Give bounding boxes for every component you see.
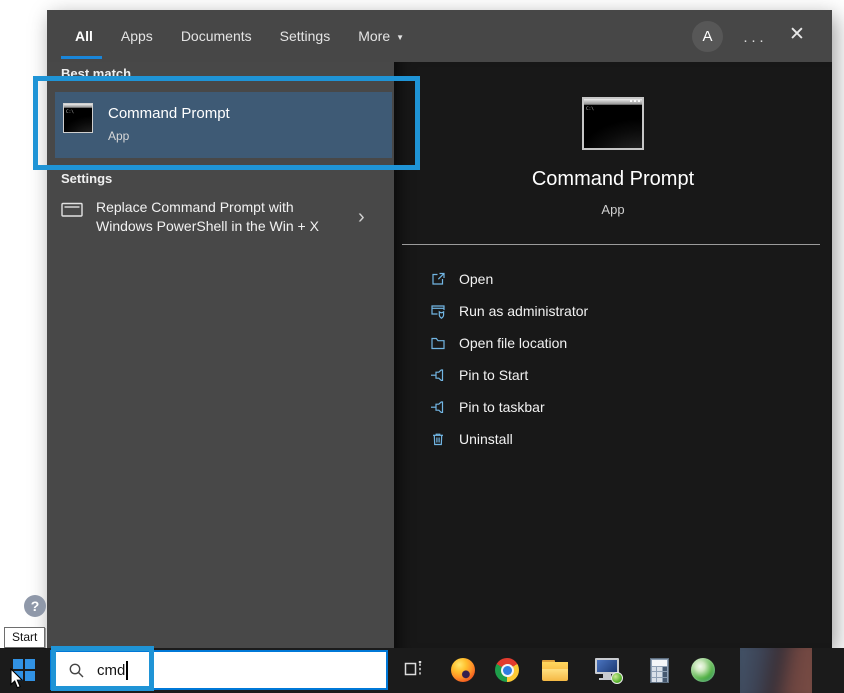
action-label: Run as administrator bbox=[459, 303, 588, 319]
file-explorer-icon[interactable] bbox=[542, 660, 568, 681]
photo-thumbnail-icon[interactable] bbox=[740, 648, 812, 693]
file-location-icon bbox=[430, 335, 446, 351]
pin-icon bbox=[430, 367, 446, 383]
tab-more-label: More bbox=[358, 28, 390, 44]
settings-result-replace-cmd[interactable]: Replace Command Prompt with Windows Powe… bbox=[55, 194, 392, 250]
chevron-down-icon: ▼ bbox=[396, 33, 404, 42]
run-as-admin-icon bbox=[430, 303, 446, 319]
window-icon bbox=[61, 202, 83, 218]
help-icon[interactable]: ? bbox=[24, 595, 46, 617]
mouse-cursor bbox=[10, 668, 25, 690]
cmd-icon-prompt-text: C:\ bbox=[586, 106, 594, 111]
action-pin-to-start[interactable]: Pin to Start bbox=[394, 359, 832, 391]
action-uninstall[interactable]: Uninstall bbox=[394, 423, 832, 455]
user-avatar[interactable]: A bbox=[692, 21, 723, 52]
chevron-right-icon: › bbox=[358, 207, 365, 227]
uninstall-icon bbox=[430, 431, 446, 447]
vpn-globe-icon[interactable] bbox=[691, 658, 715, 682]
action-run-as-administrator[interactable]: Run as administrator bbox=[394, 295, 832, 327]
status-badge bbox=[611, 672, 623, 684]
settings-result-label: Replace Command Prompt with Windows Powe… bbox=[96, 198, 319, 236]
cmd-icon-body: C:\ bbox=[584, 105, 642, 148]
action-open[interactable]: Open bbox=[394, 263, 832, 295]
tab-documents[interactable]: Documents bbox=[181, 28, 252, 44]
open-icon bbox=[430, 271, 446, 287]
close-icon[interactable]: ✕ bbox=[789, 25, 805, 45]
settings-result-line1: Replace Command Prompt with bbox=[96, 198, 319, 217]
preview-title: Command Prompt bbox=[394, 168, 832, 191]
firefox-icon[interactable] bbox=[451, 658, 475, 682]
tab-settings[interactable]: Settings bbox=[280, 28, 331, 44]
annotation-box-best-match bbox=[33, 76, 420, 170]
cmd-icon-window-buttons bbox=[630, 100, 640, 102]
calculator-icon[interactable] bbox=[650, 658, 669, 683]
options-ellipsis-icon[interactable]: ··· bbox=[743, 32, 767, 49]
pin-icon bbox=[430, 399, 446, 415]
active-tab-indicator bbox=[61, 56, 102, 59]
tab-more[interactable]: More ▼ bbox=[358, 28, 404, 44]
action-label: Pin to taskbar bbox=[459, 399, 545, 415]
start-tooltip: Start bbox=[4, 627, 45, 648]
tab-all[interactable]: All bbox=[75, 28, 93, 44]
folder-front bbox=[542, 669, 568, 681]
action-open-file-location[interactable]: Open file location bbox=[394, 327, 832, 359]
action-list: Open Run as administrator Open file loca… bbox=[394, 263, 832, 455]
chrome-icon[interactable] bbox=[495, 658, 519, 682]
calculator-display bbox=[652, 660, 667, 666]
filter-tabs: All Apps Documents Settings More ▼ bbox=[75, 10, 404, 62]
tab-apps[interactable]: Apps bbox=[121, 28, 153, 44]
annotation-box-search bbox=[51, 646, 154, 691]
action-label: Open file location bbox=[459, 335, 567, 351]
task-view-icon[interactable] bbox=[403, 659, 424, 680]
action-label: Uninstall bbox=[459, 431, 513, 447]
settings-result-line2: Windows PowerShell in the Win + X bbox=[96, 217, 319, 236]
calculator-keys bbox=[652, 667, 667, 682]
action-pin-to-taskbar[interactable]: Pin to taskbar bbox=[394, 391, 832, 423]
preview-type: App bbox=[394, 202, 832, 217]
action-label: Pin to Start bbox=[459, 367, 528, 383]
command-prompt-icon-large: C:\ bbox=[582, 97, 644, 150]
action-label: Open bbox=[459, 271, 493, 287]
divider bbox=[402, 244, 820, 245]
remote-desktop-icon[interactable] bbox=[595, 658, 621, 683]
search-filter-header: All Apps Documents Settings More▼ A ··· … bbox=[47, 10, 832, 62]
result-preview-pane: C:\ Command Prompt App Open Run as admin… bbox=[394, 62, 832, 648]
settings-section-header: Settings bbox=[61, 171, 112, 186]
